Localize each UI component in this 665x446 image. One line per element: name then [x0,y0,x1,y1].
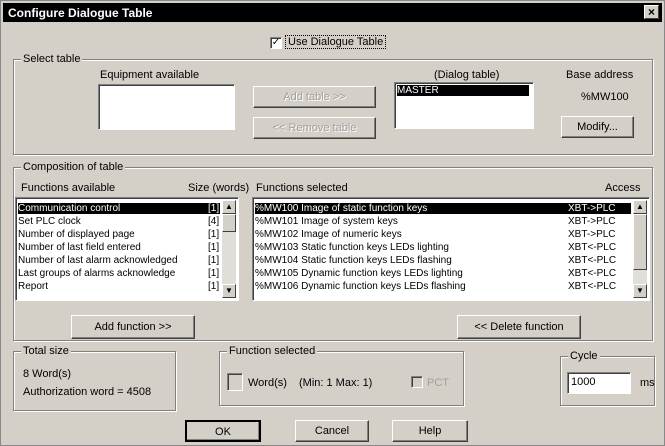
base-address-label: Base address [566,69,634,81]
function-name: Report [18,281,49,292]
pct-label: PCT [427,377,449,389]
use-dialogue-table-label[interactable]: Use Dialogue Table [285,35,387,49]
window-title: Configure Dialogue Table [8,6,153,20]
function-name: %MW103 Static function keys LEDs lightin… [255,242,449,253]
configure-dialogue-table-window: Configure Dialogue Table × ✓ Use Dialogu… [0,0,665,446]
scroll-down-icon[interactable]: ▼ [633,284,647,298]
list-item[interactable]: Number of last alarm acknowledged [1] [18,255,220,266]
ok-button[interactable]: OK [185,420,261,442]
functions-available-label: Functions available [21,182,116,194]
function-name: Number of last field entered [18,242,141,253]
function-access: XBT->PLC [568,203,616,214]
add-function-button[interactable]: Add function >> [71,315,195,339]
remove-table-button[interactable]: << Remove table [253,117,376,139]
function-name: %MW100 Image of static function keys [255,203,428,214]
list-item[interactable]: %MW106 Dynamic function keys LEDs flashi… [255,281,631,292]
scroll-thumb[interactable] [222,214,236,232]
dialog-table-list[interactable]: MASTER [394,82,534,129]
list-item[interactable]: %MW101 Image of system keys XBT->PLC [255,216,631,227]
list-item[interactable]: %MW104 Static function keys LEDs flashin… [255,255,631,266]
list-item[interactable]: Communication control [1] [18,203,220,214]
cycle-value: 1000 [571,376,596,388]
list-item[interactable]: %MW102 Image of numeric keys XBT->PLC [255,229,631,240]
list-item[interactable]: %MW103 Static function keys LEDs lightin… [255,242,631,253]
functions-selected-list[interactable]: %MW100 Image of static function keys XBT-… [252,197,650,301]
pct-checkbox[interactable] [411,376,423,388]
function-name: Number of last alarm acknowledged [18,255,178,266]
close-button[interactable]: × [644,5,659,19]
total-words-value: 8 Word(s) [23,368,72,380]
scroll-up-icon[interactable]: ▲ [222,200,236,214]
list-item[interactable]: %MW105 Dynamic function keys LEDs lighti… [255,268,631,279]
list-item[interactable]: %MW100 Image of static function keys XBT-… [255,203,631,214]
function-access: XBT->PLC [568,216,616,227]
function-name: %MW104 Static function keys LEDs flashin… [255,255,452,266]
list-item[interactable]: Number of last field entered [1] [18,242,220,253]
functions-available-scrollbar[interactable]: ▲ ▼ [222,200,236,298]
list-item[interactable]: Number of displayed page [1] [18,229,220,240]
cycle-input[interactable]: 1000 [567,372,631,394]
function-selected-label: Function selected [227,345,318,357]
function-access: XBT<-PLC [568,255,617,266]
function-size: [1] [208,281,220,292]
add-table-button[interactable]: Add table >> [253,86,376,108]
function-size: [1] [208,268,220,279]
function-access: XBT<-PLC [568,268,617,279]
function-size: [1] [208,255,220,266]
size-words-label: Size (words) [188,182,250,194]
function-name: Last groups of alarms acknowledge [18,268,176,279]
scroll-up-icon[interactable]: ▲ [633,200,647,214]
select-table-label: Select table [21,53,83,65]
function-name: %MW105 Dynamic function keys LEDs lighti… [255,268,463,279]
list-item[interactable]: Last groups of alarms acknowledge [1] [18,268,220,279]
functions-selected-scrollbar[interactable]: ▲ ▼ [633,200,647,298]
function-name: Number of displayed page [18,229,135,240]
modify-button[interactable]: Modify... [561,116,634,138]
function-name: Set PLC clock [18,216,81,227]
function-access: XBT<-PLC [568,281,617,292]
base-address-value: %MW100 [581,91,629,103]
equipment-available-list[interactable] [98,84,235,130]
function-size: [1] [208,203,220,214]
help-button[interactable]: Help [392,420,468,442]
words-label: Word(s) [248,377,287,389]
cycle-unit: ms [640,377,655,389]
list-item[interactable]: Set PLC clock [4] [18,216,220,227]
total-size-group [13,351,176,411]
cancel-button[interactable]: Cancel [295,420,369,442]
function-access: XBT->PLC [568,229,616,240]
function-size: [1] [208,242,220,253]
dialog-table-label: (Dialog table) [434,69,500,81]
functions-selected-label: Functions selected [256,182,348,194]
list-item[interactable]: MASTER [397,85,529,96]
function-name: %MW106 Dynamic function keys LEDs flashi… [255,281,466,292]
scroll-down-icon[interactable]: ▼ [222,284,236,298]
scroll-thumb[interactable] [633,214,647,270]
words-count-field[interactable] [227,373,243,391]
function-name: Communication control [18,203,121,214]
use-dialogue-table-checkbox[interactable]: ✓ [270,37,282,49]
composition-label: Composition of table [21,161,126,173]
functions-available-list[interactable]: Communication control [1] Set PLC clock [4… [15,197,239,301]
function-access: XBT<-PLC [568,242,617,253]
list-item[interactable]: Report [1] [18,281,220,292]
function-name: %MW101 Image of system keys [255,216,398,227]
function-size: [1] [208,229,220,240]
authorization-word-value: Authorization word = 4508 [23,386,152,398]
title-bar: Configure Dialogue Table × [3,3,662,22]
total-size-label: Total size [21,345,71,357]
function-name: %MW102 Image of numeric keys [255,229,402,240]
cycle-label: Cycle [568,350,600,362]
words-range: (Min: 1 Max: 1) [299,377,373,389]
access-label: Access [605,182,641,194]
delete-function-button[interactable]: << Delete function [457,315,581,339]
equipment-available-label: Equipment available [100,69,200,81]
function-size: [4] [208,216,220,227]
